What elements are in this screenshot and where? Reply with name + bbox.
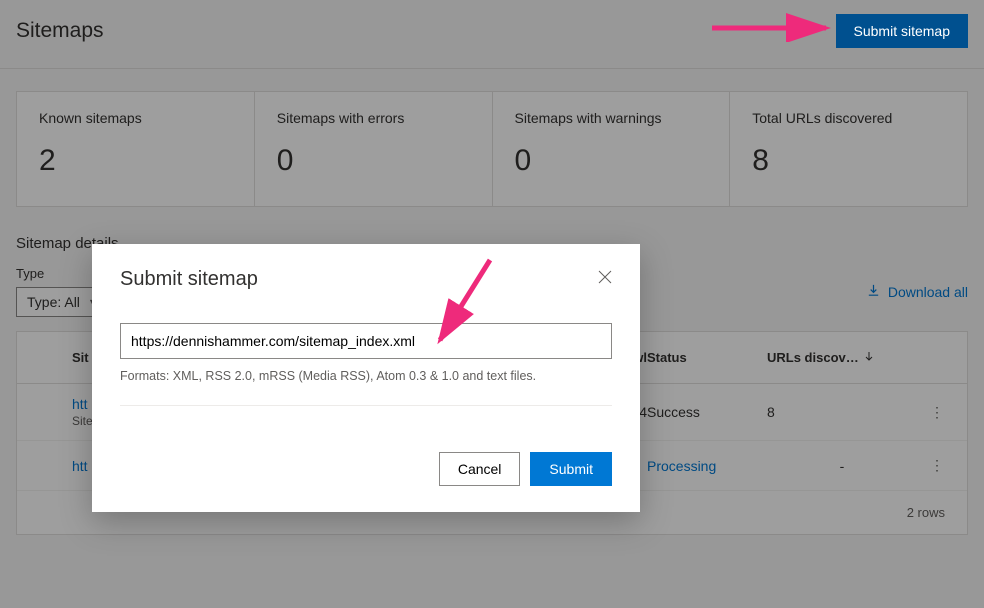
sitemap-url-input[interactable] xyxy=(120,323,612,359)
submit-sitemap-modal: Submit sitemap Formats: XML, RSS 2.0, mR… xyxy=(92,244,640,512)
close-icon[interactable] xyxy=(598,270,612,289)
submit-button[interactable]: Submit xyxy=(530,452,612,486)
modal-divider xyxy=(120,405,612,406)
cancel-button[interactable]: Cancel xyxy=(439,452,521,486)
submit-sitemap-button[interactable]: Submit sitemap xyxy=(836,14,968,48)
modal-title: Submit sitemap xyxy=(120,268,258,291)
format-hint: Formats: XML, RSS 2.0, mRSS (Media RSS),… xyxy=(120,369,612,383)
